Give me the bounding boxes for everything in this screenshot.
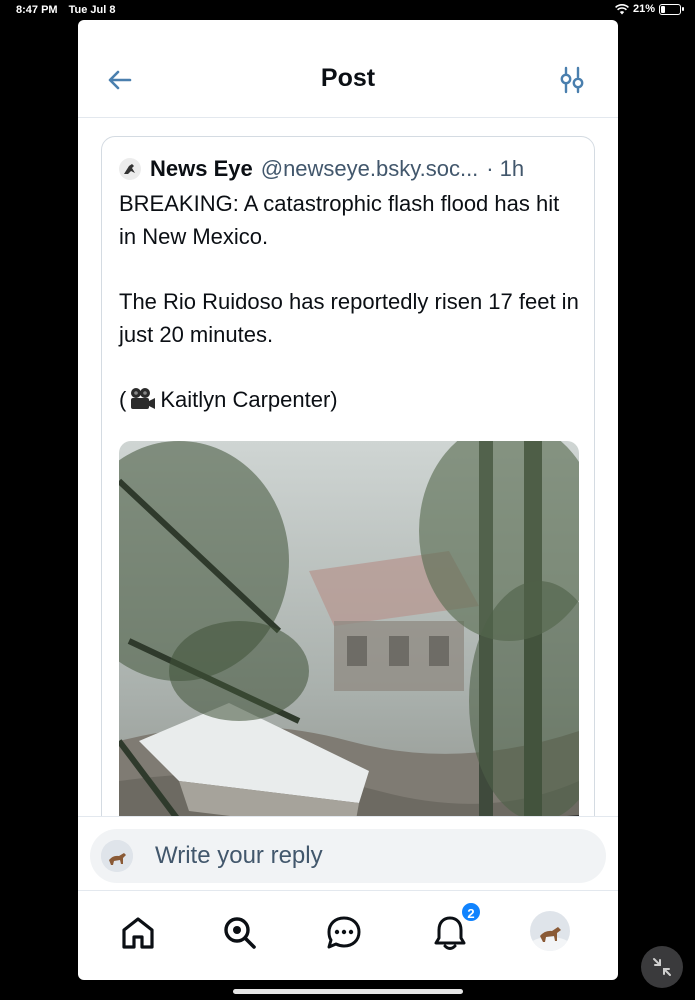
- wifi-icon: [615, 3, 629, 14]
- app-window: Post News Eye @newseye.bsky.soc... · 1h: [78, 20, 618, 980]
- post-paragraph: BREAKING: A catastrophic flash flood has…: [119, 191, 560, 249]
- bird-logo-icon: [119, 158, 141, 180]
- battery-icon: [659, 3, 684, 15]
- post-header: News Eye @newseye.bsky.soc... · 1h: [119, 156, 580, 182]
- post-credit: ( Kaitlyn Carpenter): [119, 383, 579, 416]
- bottom-nav: 2: [78, 890, 618, 980]
- movie-camera-icon: [131, 387, 156, 409]
- credit-name: Kaitlyn Carpenter): [160, 387, 338, 412]
- profile-avatar[interactable]: [530, 911, 570, 951]
- separator-dot: ·: [486, 156, 494, 181]
- flood-scene-image: [119, 441, 579, 855]
- chat-icon[interactable]: [324, 913, 364, 953]
- post-time: 1h: [499, 156, 525, 181]
- battery-percent: 21%: [632, 3, 655, 15]
- post-body: BREAKING: A catastrophic flash flood has…: [119, 187, 579, 416]
- user-avatar: [101, 840, 133, 872]
- notifications-button[interactable]: 2: [430, 901, 482, 953]
- sliders-icon[interactable]: [558, 65, 586, 95]
- home-icon[interactable]: [118, 913, 158, 953]
- quoted-post-card[interactable]: News Eye @newseye.bsky.soc... · 1h BREAK…: [101, 136, 595, 856]
- collapse-arrows-icon: [653, 958, 671, 976]
- credit-open-paren: (: [119, 387, 127, 412]
- status-time: 8:47 PM: [16, 4, 58, 16]
- notification-badge: 2: [460, 901, 482, 923]
- search-icon[interactable]: [220, 913, 260, 953]
- minimize-button[interactable]: [641, 946, 683, 988]
- home-indicator[interactable]: [233, 989, 463, 994]
- status-bar: 8:47 PM Tue Jul 8 21%: [0, 0, 695, 20]
- status-date: Tue Jul 8: [68, 4, 116, 16]
- author-handle[interactable]: @newseye.bsky.soc...: [261, 156, 479, 182]
- post-paragraph: The Rio Ruidoso has reportedly risen 17 …: [119, 289, 579, 347]
- battery-level: [661, 5, 665, 13]
- author-avatar[interactable]: [119, 158, 141, 180]
- reply-input[interactable]: Write your reply: [90, 829, 606, 883]
- reply-bar: Write your reply: [78, 816, 618, 890]
- author-name[interactable]: News Eye: [150, 156, 253, 182]
- page-title: Post: [320, 64, 376, 92]
- post-video-thumbnail[interactable]: [119, 441, 579, 855]
- reply-placeholder: Write your reply: [155, 842, 323, 869]
- header: Post: [78, 20, 618, 118]
